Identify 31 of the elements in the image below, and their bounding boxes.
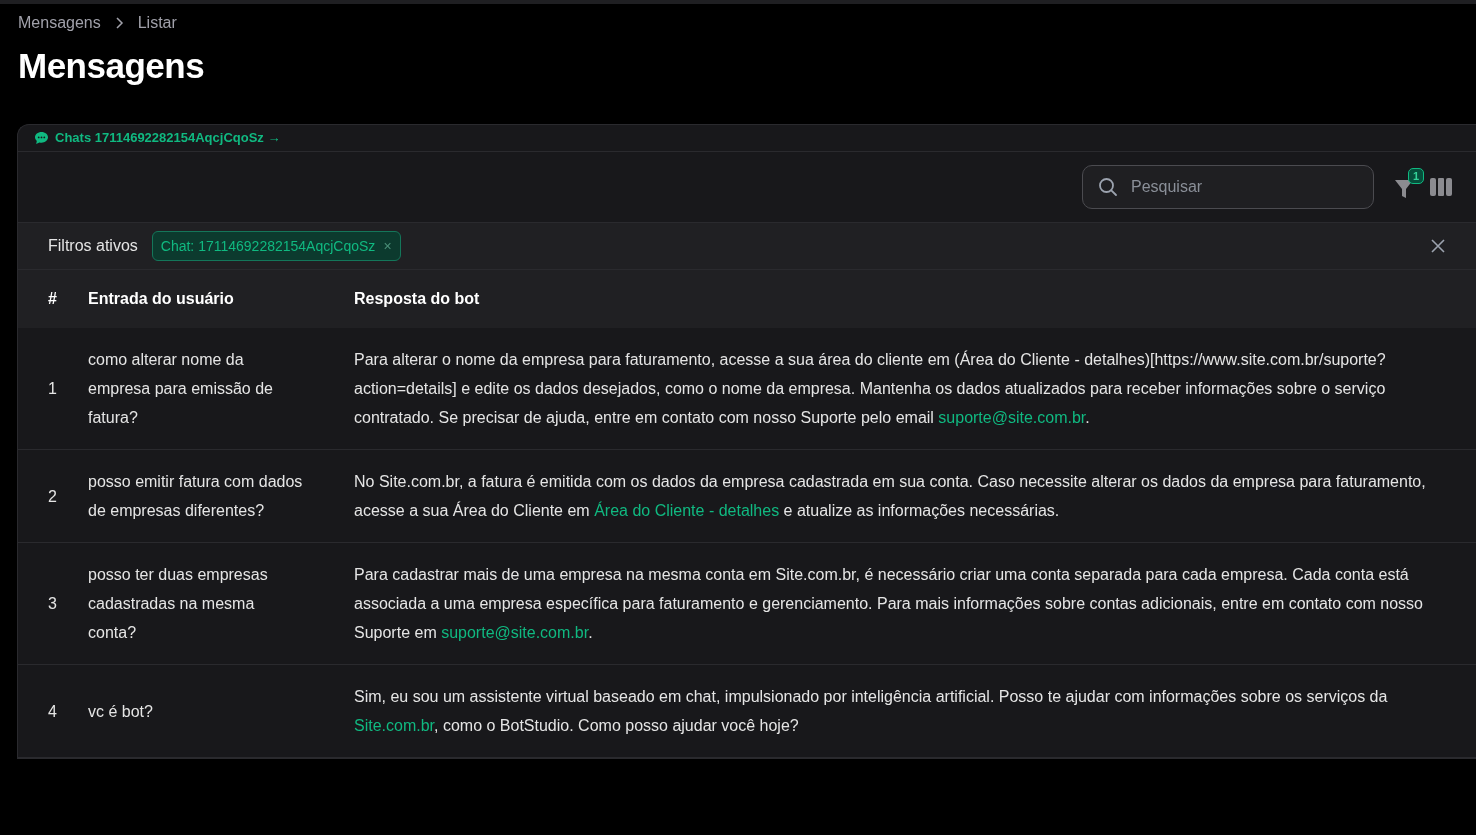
filter-chip-label: Chat: 17114692282154AqcjCqoSz (160, 238, 376, 254)
user-input-text: como alterar nome da empresa para emissão de fatura? (88, 351, 273, 426)
row-number: 3 (48, 595, 57, 612)
response-link[interactable]: Área do Cliente - detalhes (594, 502, 780, 519)
close-icon[interactable] (1430, 238, 1446, 254)
user-input-text: vc é bot? (88, 702, 153, 720)
chevron-right-icon (114, 17, 124, 29)
filter-count-badge: 1 (1408, 168, 1424, 184)
response-link[interactable]: suporte@site.com.br (938, 409, 1086, 426)
chat-link[interactable]: Chats 17114692282154AqcjCqoSz → (55, 130, 281, 145)
column-header: Entrada do usuário (88, 290, 234, 307)
active-filters-label: Filtros ativos (48, 237, 138, 255)
bot-response-text: Para cadastrar mais de uma empresa na mesma conta em Site.com.br, é necessário criar uma conta separada para cada empresa. Cada conta está associada a uma empresa específica para faturamento e gerenciamento. Para mais informações sobre contas adicionais, entre em contato com nosso Suporte em suporte@site.com.br. (354, 565, 1424, 643)
bot-response-text: No Site.com.br, a fatura é emitida com os dados da empresa cadastrada em sua conta. Caso necessite alterar os dados da empresa para faturamento, acesse a sua Área do Cliente em Área do Cliente - detalhes e atualize as informações necessárias. (354, 472, 1427, 521)
page-title: Mensagens (18, 46, 206, 86)
response-link[interactable]: Site.com.br (354, 717, 435, 734)
bot-response-text: Para alterar o nome da empresa para faturamento, acesse a sua área do cliente em (Área do Cliente - detalhes)[https://www.site.com.br/suporte?action=details] e edite os dados desejados, como o nome da empresa. Mantenha os dados atualizados para receber informações sobre o serviço contratado. Se precisar de ajuda, entre em contato com nosso Suporte pelo email suporte@site.com.br. (354, 349, 1387, 428)
row-number: 4 (48, 702, 57, 720)
response-link[interactable]: suporte@site.com.br (441, 624, 589, 641)
bot-response-text: Sim, eu sou um assistente virtual baseado em chat, impulsionado por inteligência artificial. Posso te ajudar com informações sobre os serviços da Site.com.br, como o BotStudio. Como posso ajudar você hoje? (354, 687, 1389, 736)
columns-icon[interactable] (1430, 178, 1452, 196)
column-header: # (48, 290, 57, 307)
row-number: 1 (48, 380, 57, 397)
column-header: Resposta do bot (354, 290, 480, 307)
user-input-text: posso ter duas empresas cadastradas na mesma conta? (88, 566, 268, 641)
search-field[interactable]: Pesquisar (1082, 165, 1374, 209)
breadcrumb-link[interactable]: Mensagens (18, 14, 101, 32)
user-input-text: posso emitir fatura com dados de empresas diferentes? (88, 473, 303, 519)
breadcrumb-link[interactable]: Listar (137, 14, 177, 32)
chat-bubble-icon (34, 130, 49, 145)
row-number: 2 (48, 487, 57, 505)
